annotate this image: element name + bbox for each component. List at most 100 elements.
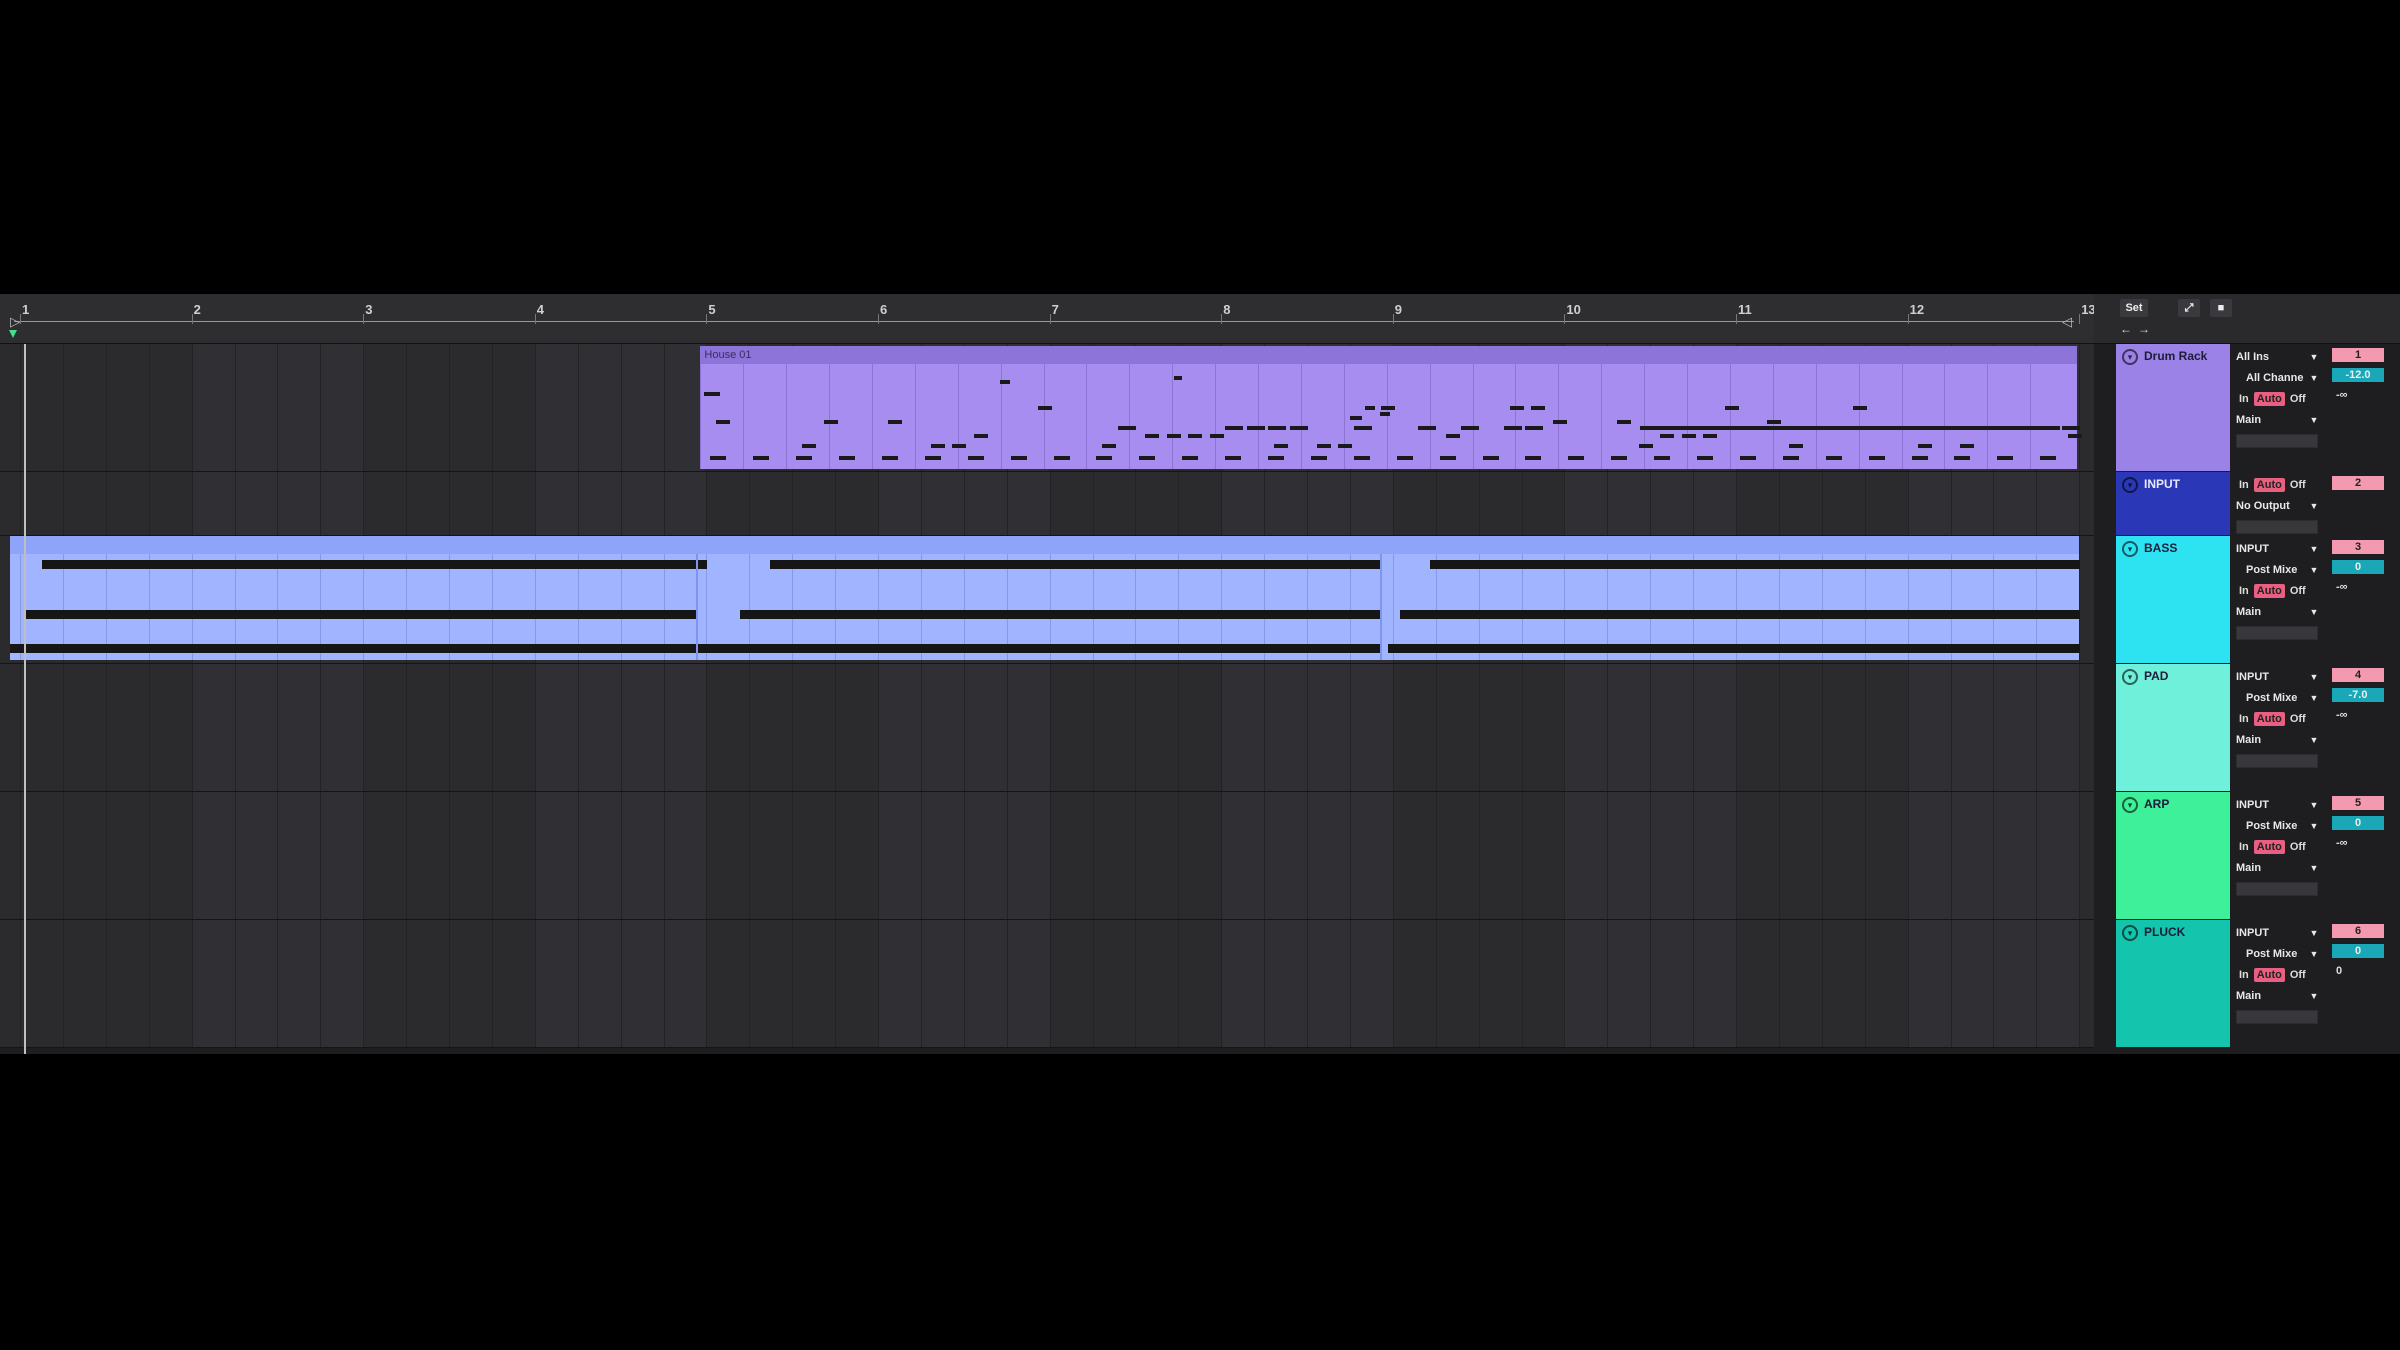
midi-note[interactable] (1960, 444, 1975, 448)
output-channel-select[interactable] (2236, 626, 2318, 640)
midi-note[interactable] (1825, 456, 1842, 460)
midi-note[interactable] (1638, 444, 1653, 448)
track-volume-field[interactable]: 0 (2332, 560, 2384, 574)
track-lane[interactable] (0, 536, 2094, 664)
output-select[interactable]: Main ▼ (2232, 411, 2320, 429)
midi-note[interactable] (1053, 456, 1070, 460)
expand-icon[interactable]: ⤢ (2178, 299, 2200, 317)
monitor-auto-button[interactable]: Auto (2253, 712, 2285, 726)
midi-note[interactable] (973, 434, 988, 438)
right-arrow-icon[interactable]: → (2138, 322, 2150, 336)
input-channel-select[interactable]: All Channe ▼ (2232, 369, 2320, 387)
output-select[interactable]: Main ▼ (2232, 859, 2320, 877)
track-name[interactable]: PAD (2144, 669, 2168, 683)
midi-note[interactable] (710, 456, 727, 460)
monitor-auto-button[interactable]: Auto (2253, 840, 2285, 854)
bar-number[interactable]: 1 (22, 302, 29, 317)
output-channel-select[interactable] (2236, 882, 2318, 896)
track-send-field[interactable]: -∞ (2336, 709, 2348, 721)
track-header[interactable]: ▾ BASS (2116, 536, 2230, 663)
midi-note[interactable] (10, 644, 1380, 653)
midi-note[interactable] (1145, 434, 1160, 438)
midi-note[interactable] (1430, 560, 2080, 569)
monitor-auto-button[interactable]: Auto (2253, 478, 2285, 492)
monitor-auto-button[interactable]: Auto (2253, 392, 2285, 406)
midi-note[interactable] (1174, 376, 1183, 380)
track-volume-field[interactable]: -7.0 (2332, 688, 2384, 702)
output-select[interactable]: Main ▼ (2232, 987, 2320, 1005)
track-name[interactable]: INPUT (2144, 477, 2180, 491)
midi-note[interactable] (1767, 420, 1782, 424)
track-header[interactable]: ▾ PAD (2116, 664, 2230, 791)
midi-note[interactable] (1525, 456, 1542, 460)
midi-note[interactable] (1525, 426, 1544, 430)
monitor-off-button[interactable]: Off (2287, 584, 2309, 598)
output-channel-select[interactable] (2236, 520, 2318, 534)
midi-note[interactable] (1000, 380, 1011, 384)
midi-note[interactable] (1316, 444, 1331, 448)
track-send-field[interactable]: -∞ (2336, 389, 2348, 401)
midi-note[interactable] (1350, 416, 1363, 420)
midi-note[interactable] (1225, 456, 1242, 460)
track-lane[interactable]: House 01 (0, 344, 2094, 472)
midi-note[interactable] (1182, 456, 1199, 460)
midi-note[interactable] (1400, 610, 2080, 619)
midi-note[interactable] (1388, 644, 2080, 653)
midi-note[interactable] (1552, 420, 1567, 424)
midi-note[interactable] (1997, 456, 2014, 460)
track-lane[interactable] (0, 472, 2094, 536)
monitor-auto-button[interactable]: Auto (2253, 584, 2285, 598)
track-volume-field[interactable]: 0 (2332, 816, 2384, 830)
input-channel-select[interactable]: Post Mixe ▼ (2232, 945, 2320, 963)
midi-note[interactable] (1289, 426, 1308, 430)
monitor-off-button[interactable]: Off (2287, 840, 2309, 854)
midi-note[interactable] (1788, 444, 1803, 448)
midi-note[interactable] (1102, 444, 1117, 448)
loop-start-marker[interactable]: ▷ (10, 314, 20, 330)
midi-note[interactable] (1568, 456, 1585, 460)
input-type-select[interactable]: INPUT ▼ (2232, 924, 2320, 942)
midi-note[interactable] (1868, 456, 1885, 460)
fold-icon[interactable]: ▾ (2122, 925, 2138, 941)
midi-note[interactable] (1209, 434, 1224, 438)
track-header[interactable]: ▾ ARP (2116, 792, 2230, 919)
input-type-select[interactable]: All Ins ▼ (2232, 348, 2320, 366)
loop-end-marker[interactable]: ◁ (2062, 314, 2072, 330)
midi-clip[interactable]: House 01 (700, 346, 2082, 469)
midi-note[interactable] (1703, 434, 1718, 438)
monitor-in-button[interactable]: In (2236, 712, 2252, 726)
midi-note[interactable] (2040, 456, 2057, 460)
bar-number[interactable]: 5 (708, 302, 715, 317)
bar-number[interactable]: 9 (1395, 302, 1402, 317)
midi-note[interactable] (1782, 456, 1799, 460)
midi-note[interactable] (1654, 456, 1671, 460)
output-select[interactable]: Main ▼ (2232, 731, 2320, 749)
midi-note[interactable] (1396, 456, 1413, 460)
track-header[interactable]: ▾ Drum Rack (2116, 344, 2230, 471)
midi-note[interactable] (753, 456, 770, 460)
bar-number[interactable]: 3 (365, 302, 372, 317)
track-lane[interactable] (0, 792, 2094, 920)
midi-note[interactable] (1504, 426, 1523, 430)
fold-icon[interactable]: ▾ (2122, 477, 2138, 493)
midi-note[interactable] (1010, 456, 1027, 460)
lock-icon[interactable]: ■ (2210, 299, 2232, 317)
midi-note[interactable] (1853, 406, 1868, 410)
output-channel-select[interactable] (2236, 434, 2318, 448)
track-send-field[interactable]: -∞ (2336, 837, 2348, 849)
input-type-select[interactable]: INPUT ▼ (2232, 796, 2320, 814)
monitor-auto-button[interactable]: Auto (2253, 968, 2285, 982)
midi-note[interactable] (1353, 456, 1370, 460)
midi-clip[interactable] (10, 536, 2080, 660)
midi-note[interactable] (1418, 426, 1437, 430)
bar-number[interactable]: 2 (194, 302, 201, 317)
output-select[interactable]: No Output ▼ (2232, 497, 2320, 515)
track-lane[interactable] (0, 920, 2094, 1048)
midi-note[interactable] (1445, 434, 1460, 438)
midi-note[interactable] (1038, 406, 1053, 410)
midi-note[interactable] (42, 560, 707, 569)
input-type-select[interactable]: INPUT ▼ (2232, 540, 2320, 558)
output-channel-select[interactable] (2236, 1010, 2318, 1024)
monitor-off-button[interactable]: Off (2287, 712, 2309, 726)
fold-icon[interactable]: ▾ (2122, 669, 2138, 685)
